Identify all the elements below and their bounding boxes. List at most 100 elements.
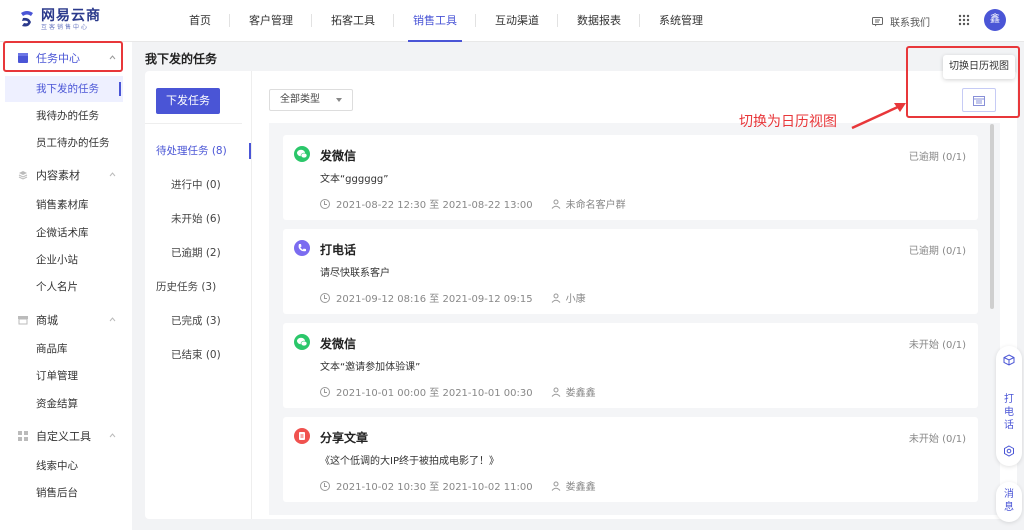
sidebar-item-staff-todo[interactable]: 员工待办的任务	[36, 136, 110, 150]
person-icon	[551, 481, 560, 491]
brand-subtitle: 互客销售中心	[41, 24, 90, 31]
task-target: 娄鑫鑫	[565, 388, 596, 399]
sidebar-item-sales-materials[interactable]: 销售素材库	[36, 198, 89, 212]
nav-channels[interactable]: 互动渠道	[476, 0, 558, 42]
wechat-icon	[294, 146, 310, 162]
sidebar-group-mall[interactable]: 商城	[0, 305, 132, 335]
person-icon	[551, 293, 560, 303]
task-card[interactable]: 发微信 未开始 (0/1) 文本“邀请参加体验课” 2021-10-01 00:…	[283, 323, 978, 408]
top-navigation-bar: 网易云商 互客销售中心 首页 客户管理 拓客工具 销售工具 互动渠道 数据报表 …	[0, 0, 1024, 42]
sidebar-group-custom-tools[interactable]: 自定义工具	[0, 421, 132, 451]
message-label: 消息	[1004, 489, 1014, 513]
logo[interactable]: 网易云商 互客销售中心	[18, 8, 101, 32]
filter-not-started[interactable]: 未开始 (6)	[171, 212, 221, 226]
sidebar-item-settlement[interactable]: 资金结算	[36, 397, 78, 411]
contact-us-link[interactable]: 联系我们	[872, 14, 930, 29]
task-title: 发微信	[320, 149, 357, 163]
task-target: 小康	[565, 294, 586, 305]
task-title: 打电话	[320, 243, 357, 257]
user-avatar[interactable]: 鑫	[984, 9, 1006, 31]
task-filter-panel: 下发任务 待处理任务 (8) 进行中 (0) 未开始 (6) 已逾期 (2) 历…	[145, 71, 252, 519]
task-description: 文本“邀请参加体验课”	[320, 362, 421, 373]
clock-icon	[320, 386, 330, 397]
task-time: 2021-10-01 00:00 至 2021-10-01 00:30	[336, 388, 533, 399]
apps-grid-icon[interactable]	[958, 14, 970, 26]
task-description: 请尽快联系客户	[320, 268, 390, 279]
phone-icon	[294, 240, 310, 256]
sidebar-item-my-issued-tasks[interactable]: 我下发的任务	[36, 82, 99, 96]
task-title: 发微信	[320, 337, 357, 351]
task-status: 已逾期 (0/1)	[908, 152, 966, 163]
chevron-up-icon	[109, 317, 116, 322]
grid-icon	[18, 431, 28, 441]
issue-task-button[interactable]: 下发任务	[156, 88, 220, 114]
filter-in-progress[interactable]: 进行中 (0)	[171, 178, 221, 192]
brand-name: 网易云商	[41, 8, 101, 24]
task-type-select[interactable]: 全部类型	[269, 89, 353, 111]
task-card[interactable]: 打电话 已逾期 (0/1) 请尽快联系客户 2021-09-12 08:16 至…	[283, 229, 978, 314]
task-meta: 2021-09-12 08:16 至 2021-09-12 09:15 小康	[320, 290, 586, 305]
filter-completed[interactable]: 已完成 (3)	[171, 314, 221, 328]
task-time: 2021-08-22 12:30 至 2021-08-22 13:00	[336, 200, 533, 211]
task-card[interactable]: 发微信 已逾期 (0/1) 文本“gggggg” 2021-08-22 12:3…	[283, 135, 978, 220]
call-button[interactable]: 打电话	[996, 393, 1022, 432]
floating-action-bar: 打电话	[996, 346, 1022, 466]
sidebar-item-leads[interactable]: 线索中心	[36, 459, 78, 473]
sidebar-item-sales-backend[interactable]: 销售后台	[36, 486, 78, 500]
sidebar-item-microsite[interactable]: 企业小站	[36, 253, 78, 267]
sidebar-item-orders[interactable]: 订单管理	[36, 369, 78, 383]
task-meta: 2021-10-01 00:00 至 2021-10-01 00:30 娄鑫鑫	[320, 384, 596, 399]
highlight-box-calendar	[906, 46, 1020, 118]
annotation-arrow-icon	[851, 103, 906, 130]
person-icon	[551, 387, 560, 397]
nav-acquisition[interactable]: 拓客工具	[312, 0, 394, 42]
sidebar: 任务中心 我下发的任务 我待办的任务 员工待办的任务 内容素材 销售素材库 企微…	[0, 42, 132, 530]
divider	[145, 123, 242, 124]
task-target: 娄鑫鑫	[565, 482, 596, 493]
call-label: 打电话	[1004, 394, 1014, 431]
task-meta: 2021-08-22 12:30 至 2021-08-22 13:00 未命名客…	[320, 196, 626, 211]
task-time: 2021-09-12 08:16 至 2021-09-12 09:15	[336, 294, 533, 305]
sidebar-item-business-card[interactable]: 个人名片	[36, 280, 78, 294]
task-description: 《这个低调的大IP终于被拍成电影了！》	[320, 456, 499, 467]
task-time: 2021-10-02 10:30 至 2021-10-02 11:00	[336, 482, 533, 493]
task-card[interactable]: 分享文章 未开始 (0/1) 《这个低调的大IP终于被拍成电影了！》 2021-…	[283, 417, 978, 502]
annotation-label: 切换为日历视图	[739, 114, 837, 130]
nav-home[interactable]: 首页	[170, 0, 230, 42]
filter-history[interactable]: 历史任务 (3)	[156, 280, 216, 294]
task-meta: 2021-10-02 10:30 至 2021-10-02 11:00 娄鑫鑫	[320, 478, 596, 493]
nav-customer[interactable]: 客户管理	[230, 0, 312, 42]
logo-icon	[21, 11, 33, 27]
dropdown-arrow-icon	[336, 98, 342, 102]
clock-icon	[320, 480, 330, 491]
nav-sales-tools[interactable]: 销售工具	[394, 0, 476, 42]
task-status: 已逾期 (0/1)	[908, 246, 966, 257]
task-list: 发微信 已逾期 (0/1) 文本“gggggg” 2021-08-22 12:3…	[269, 123, 1000, 515]
filter-overdue[interactable]: 已逾期 (2)	[171, 246, 221, 260]
task-list-scrollbar[interactable]	[990, 124, 994, 309]
nav-reports[interactable]: 数据报表	[558, 0, 640, 42]
sidebar-item-scripts[interactable]: 企微话术库	[36, 226, 89, 240]
highlight-box-task-center	[3, 41, 123, 72]
sidebar-item-products[interactable]: 商品库	[36, 342, 68, 356]
page-title: 我下发的任务	[145, 52, 218, 66]
task-status: 未开始 (0/1)	[908, 434, 966, 445]
settings-icon[interactable]	[1003, 445, 1015, 457]
layers-icon	[18, 171, 28, 180]
sidebar-group-content[interactable]: 内容素材	[0, 160, 132, 190]
nav-system[interactable]: 系统管理	[640, 0, 722, 42]
store-icon	[18, 316, 28, 325]
cube-icon[interactable]	[1003, 354, 1015, 366]
filter-pending[interactable]: 待处理任务 (8)	[156, 144, 227, 158]
sidebar-item-my-todo[interactable]: 我待办的任务	[36, 109, 99, 123]
wechat-icon	[294, 334, 310, 350]
task-target: 未命名客户群	[565, 200, 626, 211]
clock-icon	[320, 198, 330, 209]
main-panel: 下发任务 待处理任务 (8) 进行中 (0) 未开始 (6) 已逾期 (2) 历…	[145, 71, 1017, 519]
task-status: 未开始 (0/1)	[908, 340, 966, 351]
task-title: 分享文章	[320, 431, 369, 445]
message-button[interactable]: 消息	[996, 482, 1022, 522]
filter-ended[interactable]: 已结束 (0)	[171, 348, 221, 362]
chevron-up-icon	[109, 433, 116, 438]
chat-icon	[872, 16, 883, 26]
